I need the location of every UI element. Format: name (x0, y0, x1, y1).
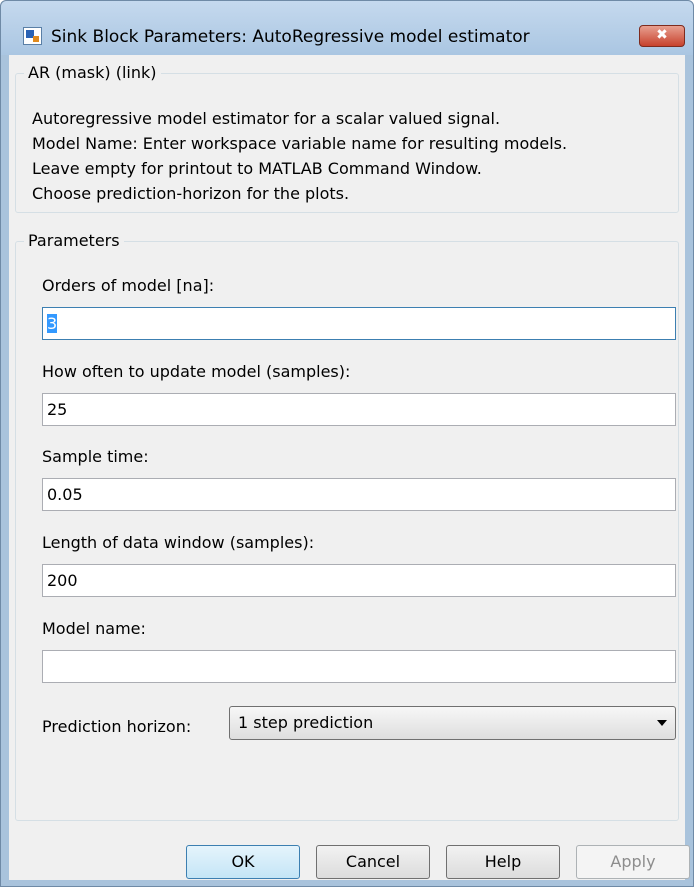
description-line: Choose prediction-horizon for the plots. (32, 184, 350, 203)
simulink-block-icon (23, 27, 42, 45)
description-group-label: AR (mask) (link) (24, 63, 161, 83)
ok-button[interactable]: OK (186, 845, 300, 879)
prediction-horizon-label: Prediction horizon: (42, 717, 192, 736)
orders-input[interactable]: 3 (42, 307, 676, 340)
orders-label: Orders of model [na]: (42, 276, 215, 295)
apply-button: Apply (576, 845, 690, 879)
close-icon: ✖ (656, 27, 668, 43)
parameters-group-label: Parameters (24, 231, 124, 251)
chevron-down-icon (657, 720, 667, 726)
data-window-label: Length of data window (samples): (42, 533, 315, 552)
model-name-input[interactable] (42, 650, 676, 683)
update-interval-input[interactable]: 25 (42, 393, 676, 426)
sample-time-input[interactable]: 0.05 (42, 478, 676, 511)
description-line: Model Name: Enter workspace variable nam… (32, 134, 568, 153)
cancel-button[interactable]: Cancel (316, 845, 430, 879)
description-text: Autoregressive model estimator for a sca… (32, 106, 567, 206)
prediction-horizon-value: 1 step prediction (238, 713, 374, 732)
model-name-label: Model name: (42, 619, 146, 638)
window-title: Sink Block Parameters: AutoRegressive mo… (51, 27, 530, 47)
description-group: AR (mask) (link) Autoregressive model es… (15, 63, 679, 213)
description-line: Autoregressive model estimator for a sca… (32, 109, 501, 128)
description-line: Leave empty for printout to MATLAB Comma… (32, 159, 482, 178)
data-window-input[interactable]: 200 (42, 564, 676, 597)
prediction-horizon-select[interactable]: 1 step prediction (229, 706, 676, 740)
dialog-client-area: AR (mask) (link) Autoregressive model es… (9, 55, 690, 880)
orders-value: 3 (47, 314, 58, 333)
sample-time-label: Sample time: (42, 447, 149, 466)
help-button[interactable]: Help (446, 845, 560, 879)
update-interval-label: How often to update model (samples): (42, 362, 351, 381)
dialog-window: Sink Block Parameters: AutoRegressive mo… (0, 0, 694, 887)
title-bar[interactable]: Sink Block Parameters: AutoRegressive mo… (1, 1, 693, 55)
close-button[interactable]: ✖ (639, 25, 685, 47)
